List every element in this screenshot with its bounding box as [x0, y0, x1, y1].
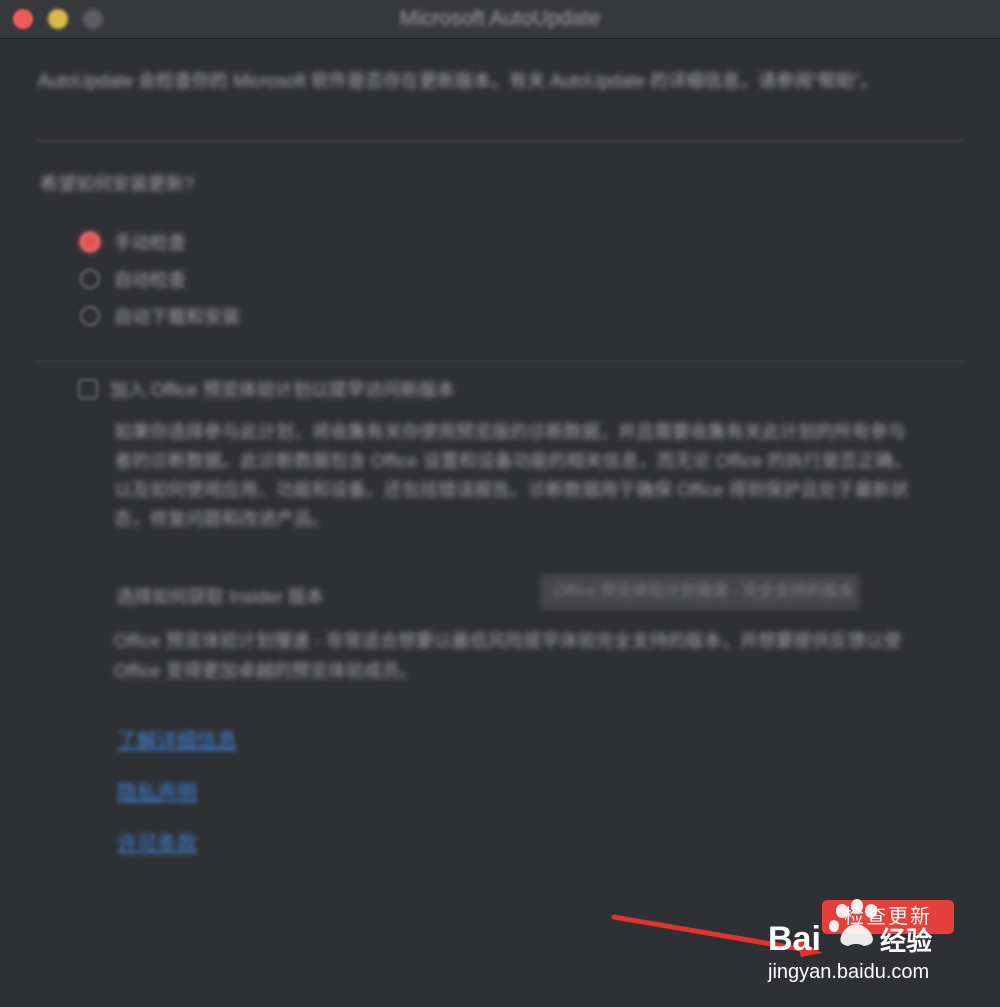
learn-more-link[interactable]: 了解详细信息 [117, 724, 237, 753]
radio-unselected-icon[interactable] [80, 306, 100, 326]
insider-checkbox[interactable] [78, 379, 98, 399]
paw-icon [829, 899, 877, 946]
insider-checkbox-row[interactable]: 加入 Office 预览体验计划以提早访问新版本 [78, 376, 455, 402]
license-terms-link[interactable]: 许可条款 [117, 827, 197, 856]
radio-unselected-icon[interactable] [80, 269, 100, 289]
insider-checkbox-label: 加入 Office 预览体验计划以提早访问新版本 [110, 380, 455, 400]
watermark-brand-cn: 经验 [880, 926, 932, 957]
radio-option-auto-install[interactable]: 自动下载和安装 [80, 303, 240, 329]
insider-description: 如果你选择参与此计划，将收集有关你使用预览版的诊断数据，并且需要收集有关此计划的… [114, 422, 912, 529]
radio-label-auto-install: 自动下载和安装 [114, 307, 240, 327]
install-question: 希望如何安装更新? [40, 174, 195, 194]
radio-option-manual[interactable]: 手动检查 [80, 229, 186, 255]
watermark-brand: Bai [768, 920, 821, 958]
radio-option-auto-check[interactable]: 自动检查 [80, 266, 186, 292]
baidu-watermark: Bai 经验 jingyan.baidu.com [767, 899, 932, 983]
radio-label-auto-check: 自动检查 [114, 270, 186, 290]
radio-selected-icon[interactable] [80, 232, 100, 252]
intro-text: AutoUpdate 会检查你的 Microsoft 软件是否存在更新版本。有关… [38, 71, 879, 91]
preferences-content: AutoUpdate 会检查你的 Microsoft 软件是否存在更新版本。有关… [0, 38, 1000, 1007]
watermark-url: jingyan.baidu.com [767, 961, 929, 983]
insider-note: Office 预览体验计划慢速 - 非常适合想要以最低风险提早体验完全支持的版本… [114, 631, 902, 681]
divider-top [36, 140, 964, 141]
radio-label-manual: 手动检查 [114, 233, 186, 253]
channel-select[interactable]: Office 预览体验计划慢速 - 完全支持的版本 [540, 574, 860, 610]
title-bar[interactable]: Microsoft AutoUpdate [0, 0, 1000, 39]
channel-label: 选择如何获取 Insider 版本 [116, 587, 325, 607]
divider-middle [36, 361, 964, 362]
window-title: Microsoft AutoUpdate [399, 7, 601, 30]
autoupdate-window: Microsoft AutoUpdate AutoUpdate 会检查你的 Mi… [0, 0, 1000, 1007]
privacy-statement-link[interactable]: 隐私声明 [117, 776, 197, 805]
